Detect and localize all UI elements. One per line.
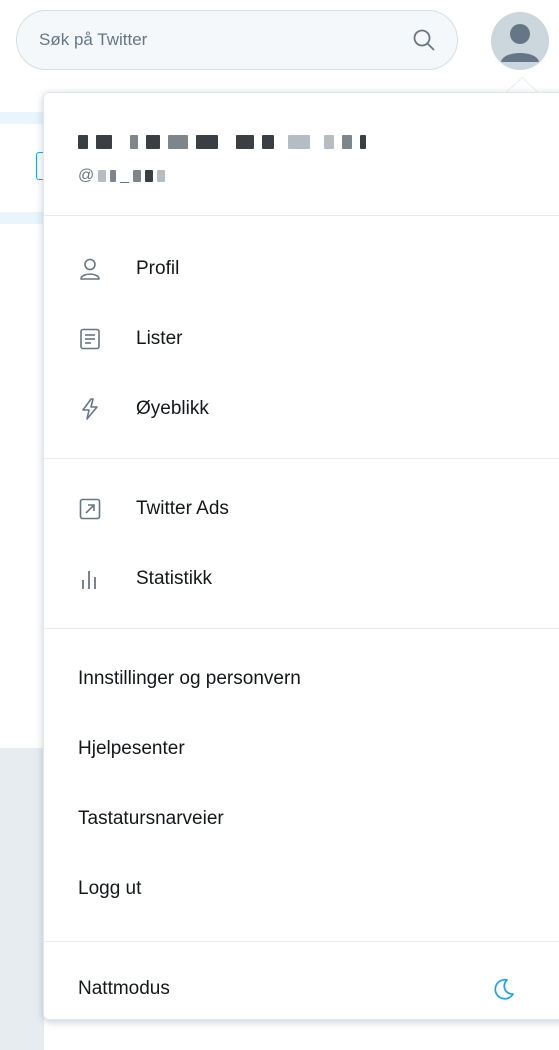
background-panel <box>0 748 44 1050</box>
user-summary[interactable]: @ _ <box>44 93 559 216</box>
menu-item-label: Hjelpesenter <box>78 738 185 759</box>
menu-item-statistics[interactable]: Statistikk <box>44 551 559 607</box>
menu-item-label: Øyeblikk <box>136 398 209 419</box>
account-dropdown-menu: @ _ Profil Lister Øyeblikk Twitter Ads S… <box>43 92 559 1020</box>
search-icon[interactable] <box>411 27 437 53</box>
menu-item-night-mode[interactable]: Nattmodus <box>44 961 559 1017</box>
menu-item-profile[interactable]: Profil <box>44 241 559 297</box>
person-icon <box>78 257 102 281</box>
bar-chart-icon <box>78 567 102 591</box>
menu-item-help-center[interactable]: Hjelpesenter <box>44 721 559 777</box>
menu-item-label: Logg ut <box>78 878 142 899</box>
external-arrow-icon <box>78 497 102 521</box>
menu-item-moments[interactable]: Øyeblikk <box>44 381 559 437</box>
menu-divider <box>44 458 559 459</box>
menu-item-label: Innstillinger og personvern <box>78 668 301 689</box>
avatar[interactable] <box>491 12 549 70</box>
menu-item-keyboard-shortcuts[interactable]: Tastatursnarveier <box>44 791 559 847</box>
menu-caret <box>506 78 538 93</box>
menu-item-twitter-ads[interactable]: Twitter Ads <box>44 481 559 537</box>
menu-item-lists[interactable]: Lister <box>44 311 559 367</box>
list-icon <box>78 327 102 351</box>
menu-item-label: Lister <box>136 328 183 349</box>
menu-item-settings-privacy[interactable]: Innstillinger og personvern <box>44 651 559 707</box>
moon-icon[interactable] <box>492 977 516 1001</box>
handle-underscore: _ <box>120 167 130 184</box>
menu-item-label: Profil <box>136 258 180 279</box>
page: @ _ Profil Lister Øyeblikk <box>0 0 559 1050</box>
lightning-icon <box>78 397 102 421</box>
search-bar[interactable] <box>16 10 458 70</box>
menu-item-log-out[interactable]: Logg ut <box>44 861 559 917</box>
menu-item-label: Twitter Ads <box>136 498 229 519</box>
menu-item-label: Tastatursnarveier <box>78 808 224 829</box>
search-input[interactable] <box>37 29 411 51</box>
handle-at-sign: @ <box>78 167 95 184</box>
user-handle-redacted: @ _ <box>78 167 166 185</box>
menu-item-label: Nattmodus <box>78 978 170 999</box>
default-avatar-icon <box>491 12 549 70</box>
menu-divider <box>44 628 559 629</box>
menu-item-label: Statistikk <box>136 568 213 589</box>
menu-divider <box>44 941 559 942</box>
user-display-name-redacted <box>78 133 366 151</box>
